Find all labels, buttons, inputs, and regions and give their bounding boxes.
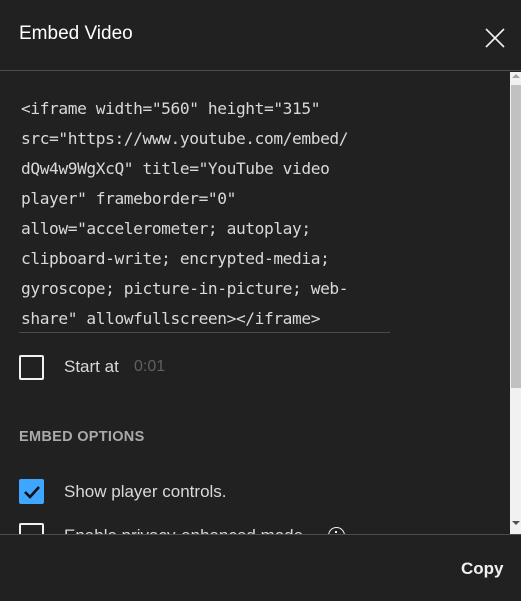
embed-code-underline (19, 332, 390, 333)
embed-options-heading: EMBED OPTIONS (19, 429, 145, 445)
dialog-header: Embed Video (0, 1, 521, 71)
vertical-scrollbar[interactable] (510, 72, 521, 534)
scroll-up-arrow-icon[interactable] (512, 74, 520, 78)
dialog-body: <iframe width="560" height="315" src="htt… (0, 72, 521, 534)
dialog-title: Embed Video (19, 23, 133, 44)
privacy-enhanced-mode-label: Enable privacy-enhanced mode. (64, 526, 308, 534)
close-button[interactable] (484, 27, 506, 49)
copy-button[interactable]: Copy (448, 553, 517, 585)
close-icon (485, 28, 505, 48)
show-player-controls-label: Show player controls. (64, 482, 227, 501)
scroll-down-arrow-icon[interactable] (512, 521, 520, 525)
embed-code-line: gyroscope; picture-in-picture; web- (21, 279, 349, 298)
show-player-controls-checkbox[interactable] (19, 479, 44, 504)
embed-code-line: <iframe width="560" height="315" (21, 99, 321, 118)
start-at-label: Start at (64, 357, 119, 376)
start-at-time-input[interactable]: 0:01 (134, 358, 165, 376)
checkmark-icon (24, 486, 40, 499)
embed-code-line: share" allowfullscreen></iframe> (21, 309, 321, 328)
scrollbar-thumb[interactable] (511, 85, 521, 388)
privacy-enhanced-mode-checkbox[interactable] (19, 523, 44, 534)
embed-video-dialog: Embed Video <iframe width="560" height="… (0, 0, 521, 601)
embed-code-textarea[interactable]: <iframe width="560" height="315" src="htt… (21, 94, 391, 334)
embed-code-line: player" frameborder="0" (21, 189, 236, 208)
start-at-checkbox[interactable] (19, 355, 44, 380)
embed-code-line: src="https://www.youtube.com/embed/ (21, 129, 349, 148)
dialog-footer: Copy (0, 534, 521, 601)
embed-code-line: dQw4w9WgXcQ" title="YouTube video (21, 159, 330, 178)
embed-code-line: clipboard-write; encrypted-media; (21, 249, 330, 268)
info-icon[interactable] (328, 527, 345, 534)
embed-code-line: allow="accelerometer; autoplay; (21, 219, 311, 238)
